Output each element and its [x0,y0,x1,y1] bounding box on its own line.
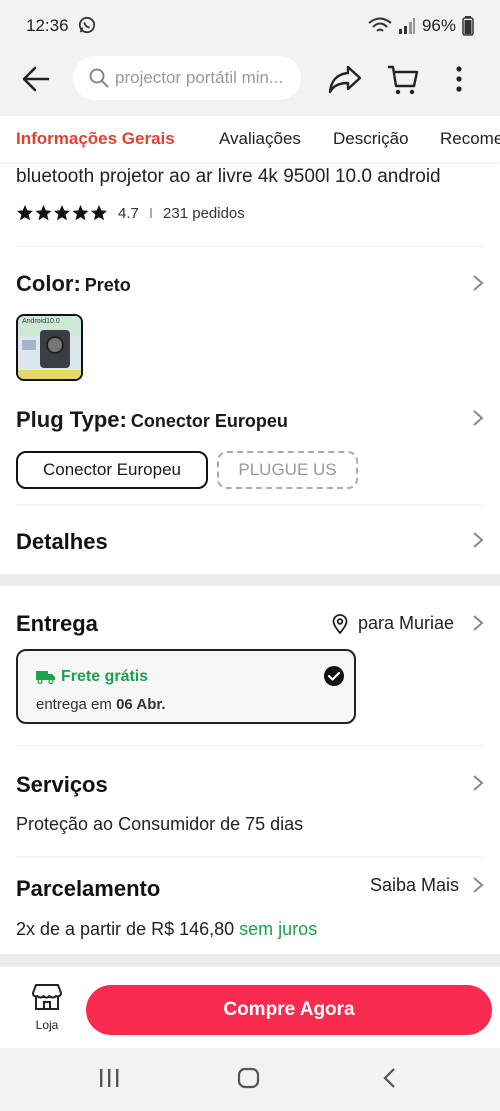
chevron-right-icon[interactable] [472,614,484,632]
delivery-location-text: para Muriae [357,613,454,633]
color-option-thumbnail[interactable]: Android10.0 [16,314,83,381]
search-input[interactable]: projector portátil min... [73,56,301,100]
status-bar: 12:36 96% [0,0,500,52]
rating-row: 4.7 I 231 pedidos [16,204,245,222]
chevron-right-icon[interactable] [472,774,484,792]
tab-informacoes-gerais[interactable]: Informações Gerais [16,129,175,149]
plug-option-conector-europeu[interactable]: Conector Europeu [16,451,208,489]
installments-text: 2x de a partir de R$ 146,80 [16,919,235,939]
color-label: Color: [16,271,81,296]
free-shipping-text: Frete grátis [61,668,149,685]
services-text: Proteção ao Consumidor de 75 dias [16,814,304,834]
chevron-right-icon[interactable] [472,876,484,894]
back-arrow-icon[interactable] [22,66,50,92]
tab-descricao[interactable]: Descrição [333,129,409,149]
buy-now-button[interactable]: Compre Agora [86,985,492,1035]
status-time: 12:36 [26,16,69,35]
cart-icon[interactable] [386,64,420,96]
store-icon [32,984,62,1010]
rating-value: 4.7 [118,204,139,222]
orders-count: 231 pedidos [163,204,245,222]
plug-option-plugue-us[interactable]: PLUGUE US [217,451,358,489]
tab-avaliacoes[interactable]: Avaliações [219,129,301,149]
product-title: bluetooth projetor ao ar livre 4k 9500l … [16,166,441,187]
signal-icon [398,18,415,34]
thumb-text: Android10.0 [22,318,60,325]
tab-bar: Informações Gerais Avaliações Descrição … [0,116,500,162]
location-pin-icon [332,613,348,634]
section-separator [0,954,500,966]
installments-text-row: 2x de a partir de R$ 146,80 sem juros [16,919,317,940]
shipping-option-card[interactable]: Frete grátis entrega em 06 Abr. [16,649,356,724]
top-bar: projector portátil min... [0,52,500,116]
free-shipping-row: Frete grátis [36,668,148,686]
battery-icon [462,16,474,36]
color-row[interactable]: Color: Preto [16,271,131,297]
bottom-action-bar: Loja Compre Agora [0,966,500,1048]
chevron-right-icon[interactable] [472,409,484,427]
search-placeholder: projector portátil min... [115,68,284,87]
delivery-title: Entrega [16,611,98,636]
rating-separator: I [148,204,154,222]
app-root: 12:36 96% projector portátil min... Info… [0,0,500,1111]
system-nav-bar [0,1048,500,1111]
services-title[interactable]: Serviços [16,772,108,798]
delivery-truck-icon [36,671,55,684]
delivery-eta-prefix: entrega em [36,696,112,713]
divider [16,504,484,505]
status-right: 96% [368,16,474,36]
plug-type-label: Plug Type: [16,407,127,432]
installments-title: Parcelamento [16,876,161,901]
recent-apps-icon[interactable] [98,1068,120,1088]
check-circle-icon [324,666,344,686]
plug-type-row[interactable]: Plug Type: Conector Europeu [16,407,288,433]
whatsapp-icon [78,16,96,34]
chevron-right-icon[interactable] [472,274,484,292]
divider [16,856,484,857]
battery-level: 96% [421,16,456,35]
store-button[interactable]: Loja [26,983,68,1032]
chevron-right-icon[interactable] [472,531,484,549]
delivery-eta: entrega em 06 Abr. [36,696,166,713]
tab-recomendados[interactable]: Recome [440,129,500,149]
interest-free-text: sem juros [239,919,318,939]
wifi-icon [368,17,392,32]
section-separator [0,574,500,586]
search-icon [89,68,109,88]
divider [16,745,484,746]
color-value: Preto [84,275,131,295]
share-icon[interactable] [328,64,362,94]
delivery-eta-date: 06 Abr. [116,696,166,713]
rating-stars-icon [17,205,107,221]
learn-more-link[interactable]: Saiba Mais [370,875,459,896]
more-options-icon[interactable] [454,64,464,94]
delivery-location[interactable]: para Muriae [332,613,454,634]
divider [16,246,484,247]
home-icon[interactable] [237,1067,261,1089]
store-label: Loja [35,1018,59,1032]
plug-type-value: Conector Europeu [130,411,288,431]
back-nav-icon[interactable] [382,1067,396,1089]
details-title[interactable]: Detalhes [16,529,108,555]
